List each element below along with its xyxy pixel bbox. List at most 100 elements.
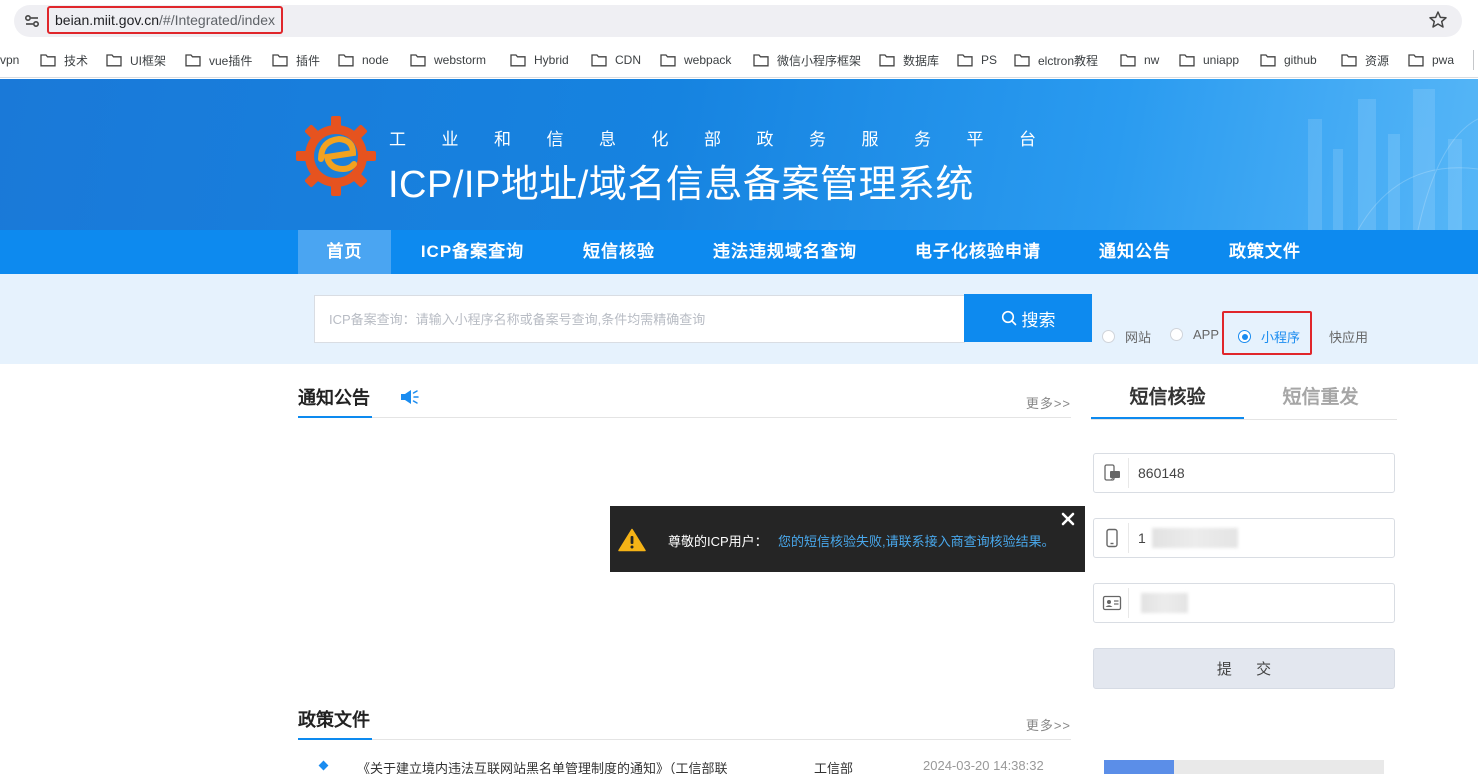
folder-icon bbox=[1179, 54, 1195, 67]
id-card-icon bbox=[1102, 595, 1122, 611]
sms-tabs: 短信核验 短信重发 bbox=[1091, 384, 1397, 420]
toast-message: 您的短信核验失败,请联系接入商查询核验结果。 bbox=[778, 534, 1055, 549]
table-row[interactable]: 《关于建立境内违法互联网站黑名单管理制度的通知》（工信部联 工信部 2024-0… bbox=[298, 758, 1073, 774]
mobile-phone-icon bbox=[1106, 528, 1118, 548]
redacted-id-number bbox=[1141, 593, 1188, 613]
close-icon[interactable] bbox=[1058, 509, 1078, 529]
policy-more-link[interactable]: 更多>> bbox=[1026, 715, 1071, 734]
radio-app[interactable]: APP bbox=[1170, 327, 1219, 342]
bookmark-item[interactable]: elctron教程 bbox=[1014, 51, 1098, 69]
nav-item-illegal-domain-query[interactable]: 违法违规域名查询 bbox=[700, 230, 870, 274]
radio-mini-program[interactable]: 小程序 bbox=[1238, 327, 1300, 346]
side-banner-widget[interactable] bbox=[1104, 760, 1384, 774]
redacted-phone-digits bbox=[1152, 528, 1238, 548]
policy-doc-date: 2024-03-20 14:38:32 bbox=[923, 758, 1044, 773]
folder-icon bbox=[1014, 54, 1030, 67]
field-divider bbox=[1128, 458, 1129, 488]
folder-icon bbox=[957, 54, 973, 67]
phone-field bbox=[1093, 518, 1395, 558]
policy-section-header: 政策文件 更多>> bbox=[298, 706, 1071, 740]
notice-section-header: 通知公告 更多>> bbox=[298, 384, 1071, 418]
radio-circle bbox=[1102, 330, 1115, 343]
system-title: ICP/IP地址/域名信息备案管理系统 bbox=[388, 164, 974, 206]
tab-sms-resend[interactable]: 短信重发 bbox=[1244, 384, 1397, 419]
bookmark-item[interactable]: vue插件 bbox=[185, 51, 252, 69]
skyline-decoration bbox=[1308, 89, 1478, 230]
folder-icon bbox=[1120, 54, 1136, 67]
bookmark-item[interactable]: webstorm bbox=[410, 51, 486, 69]
radio-circle-checked bbox=[1238, 330, 1251, 343]
bookmark-item[interactable]: 插件 bbox=[272, 51, 320, 69]
folder-icon bbox=[185, 54, 201, 67]
field-divider bbox=[1128, 588, 1129, 618]
bookmarks-separator bbox=[1473, 50, 1474, 70]
field-divider bbox=[1128, 523, 1129, 553]
policy-doc-title[interactable]: 《关于建立境内违法互联网站黑名单管理制度的通知》（工信部联 bbox=[357, 758, 728, 774]
url-path: /#/Integrated/index bbox=[159, 12, 275, 28]
bookmark-item[interactable]: webpack bbox=[660, 51, 731, 69]
tab-sms-verify[interactable]: 短信核验 bbox=[1091, 384, 1244, 419]
sms-code-input[interactable] bbox=[1138, 454, 1388, 492]
nav-item-home[interactable]: 首页 bbox=[298, 230, 391, 274]
radio-website[interactable]: 网站 bbox=[1102, 327, 1151, 346]
bookmark-item[interactable]: PS bbox=[957, 51, 997, 69]
folder-icon bbox=[338, 54, 354, 67]
bookmark-item[interactable]: 数据库 bbox=[879, 51, 939, 69]
bookmark-item[interactable]: vpn bbox=[0, 51, 19, 69]
bookmark-item[interactable]: node bbox=[338, 51, 389, 69]
policy-doc-org: 工信部 bbox=[814, 761, 854, 774]
notice-section-title: 通知公告 bbox=[298, 384, 372, 418]
nav-item-policies[interactable]: 政策文件 bbox=[1216, 230, 1314, 274]
platform-subtitle: 工业和信息化部政务服务平台 bbox=[389, 130, 1072, 149]
bookmark-item[interactable]: pwa bbox=[1408, 51, 1454, 69]
radio-circle bbox=[1306, 330, 1319, 343]
folder-icon bbox=[591, 54, 607, 67]
nav-item-icp-query[interactable]: ICP备案查询 bbox=[405, 230, 540, 274]
folder-icon bbox=[1408, 54, 1424, 67]
nav-item-e-verify-apply[interactable]: 电子化核验申请 bbox=[902, 230, 1054, 274]
site-banner: 工业和信息化部政务服务平台 ICP/IP地址/域名信息备案管理系统 bbox=[0, 79, 1478, 230]
main-nav: 首页 ICP备案查询 短信核验 违法违规域名查询 电子化核验申请 通知公告 政策… bbox=[0, 230, 1478, 274]
nav-item-notices[interactable]: 通知公告 bbox=[1086, 230, 1184, 274]
bookmark-item[interactable]: 技术 bbox=[40, 51, 88, 69]
speaker-icon bbox=[401, 390, 419, 404]
bookmark-item[interactable]: CDN bbox=[591, 51, 641, 69]
submit-button[interactable]: 提 交 bbox=[1093, 648, 1395, 689]
sms-code-field bbox=[1093, 453, 1395, 493]
folder-icon bbox=[753, 54, 769, 67]
folder-icon bbox=[1341, 54, 1357, 67]
site-logo-gear-icon bbox=[296, 116, 376, 196]
site-info-icon[interactable] bbox=[22, 11, 42, 31]
bookmarks-bar: vpn 技术 UI框架 vue插件 插件 node webstorm Hybri… bbox=[0, 42, 1478, 78]
browser-address-bar-area: beian.miit.gov.cn/#/Integrated/index bbox=[0, 0, 1478, 42]
folder-icon bbox=[510, 54, 526, 67]
url-host: beian.miit.gov.cn bbox=[55, 12, 160, 28]
bookmark-item[interactable]: nw bbox=[1120, 51, 1159, 69]
bookmark-item[interactable]: 微信小程序框架 bbox=[753, 51, 861, 69]
search-icon bbox=[1001, 310, 1016, 326]
error-toast: 尊敬的ICP用户： 您的短信核验失败,请联系接入商查询核验结果。 bbox=[610, 506, 1085, 572]
bookmark-item[interactable]: UI框架 bbox=[106, 51, 166, 69]
search-button-label: 搜索 bbox=[1021, 310, 1056, 330]
radio-quick-app[interactable]: 快应用 bbox=[1306, 327, 1368, 346]
folder-icon bbox=[1260, 54, 1276, 67]
url-text[interactable]: beian.miit.gov.cn/#/Integrated/index bbox=[47, 6, 283, 34]
bullet-diamond-icon bbox=[318, 760, 329, 771]
notice-more-link[interactable]: 更多>> bbox=[1026, 393, 1071, 412]
bookmark-item[interactable]: Hybrid bbox=[510, 51, 569, 69]
nav-item-sms-verify[interactable]: 短信核验 bbox=[570, 230, 668, 274]
search-button[interactable]: 搜索 bbox=[964, 294, 1092, 342]
folder-icon bbox=[410, 54, 426, 67]
bookmark-item[interactable]: uniapp bbox=[1179, 51, 1239, 69]
bookmark-item[interactable]: github bbox=[1260, 51, 1317, 69]
policy-section-title: 政策文件 bbox=[298, 706, 372, 740]
bookmark-item[interactable]: 资源 bbox=[1341, 51, 1389, 69]
folder-icon bbox=[106, 54, 122, 67]
icp-search-input[interactable] bbox=[314, 295, 965, 343]
folder-icon bbox=[879, 54, 895, 67]
bookmark-star-icon[interactable] bbox=[1428, 10, 1448, 30]
side-banner-fill bbox=[1104, 760, 1174, 774]
radio-circle bbox=[1170, 328, 1183, 341]
folder-icon bbox=[660, 54, 676, 67]
toast-label: 尊敬的ICP用户： bbox=[668, 534, 768, 549]
